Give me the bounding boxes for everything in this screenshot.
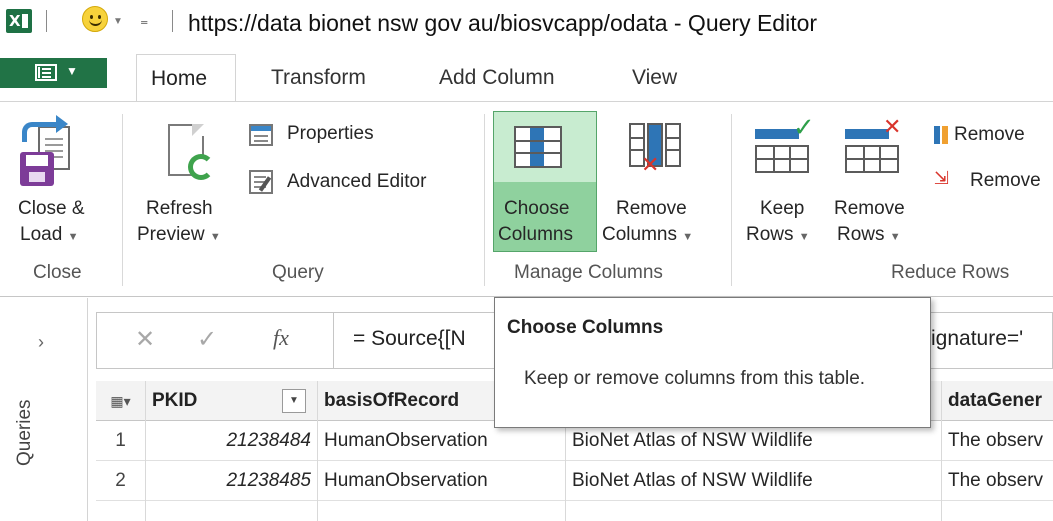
group-label-query: Query: [272, 262, 324, 283]
table-cell[interactable]: 21238485: [146, 461, 318, 501]
remove-duplicates-icon: ⇲: [934, 168, 950, 189]
chevron-down-icon[interactable]: ▼: [113, 16, 123, 27]
group-separator: [731, 114, 732, 286]
choose-columns-label-2: Columns: [498, 224, 573, 245]
column-header-label: basisOfRecord: [324, 390, 460, 411]
customize-quick-access-icon[interactable]: ₌: [140, 10, 148, 29]
table-cell: [318, 501, 566, 521]
tooltip-description: Keep or remove columns from this table.: [524, 368, 866, 389]
remove-duplicates-label: Remove: [970, 170, 1041, 191]
chevron-down-icon: ▼: [66, 64, 78, 78]
keep-rows-label-2: Rows ▼: [746, 224, 810, 245]
close-load-icon: [20, 115, 72, 188]
table-cell: [566, 501, 942, 521]
table-icon: ▦▾: [110, 393, 131, 409]
properties-label: Properties: [287, 123, 374, 144]
choose-columns-icon: [514, 126, 562, 168]
table-cell[interactable]: The observ: [942, 461, 1053, 501]
close-load-label: Close &: [18, 198, 85, 219]
window-title: https://data bionet nsw gov au/biosvcapp…: [188, 10, 818, 36]
choose-columns-button[interactable]: Choose Columns: [493, 111, 597, 252]
table-row[interactable]: 2 21238485 HumanObservation BioNet Atlas…: [96, 461, 1053, 501]
tooltip: Choose Columns Keep or remove columns fr…: [494, 297, 931, 428]
table-menu-button[interactable]: ▦▾: [96, 381, 146, 421]
table-cell[interactable]: HumanObservation: [318, 461, 566, 501]
table-cell[interactable]: 21238484: [146, 421, 318, 461]
group-label-manage-columns: Manage Columns: [514, 262, 663, 283]
refresh-label: Refresh: [146, 198, 213, 219]
column-header-label: PKID: [152, 390, 198, 411]
table-cell[interactable]: The observ: [942, 421, 1053, 461]
group-separator: [484, 114, 485, 286]
table-row-partial: [96, 501, 1053, 521]
properties-icon: [249, 124, 273, 146]
choose-columns-label: Choose: [504, 198, 570, 219]
row-index: [96, 501, 146, 521]
filter-dropdown-icon[interactable]: ▼: [282, 389, 306, 413]
queries-pane[interactable]: › Queries: [0, 298, 88, 521]
remove-columns-label: Remove: [616, 198, 687, 219]
remove-rows-label: Remove: [834, 198, 905, 219]
formula-input-tail[interactable]: ignature=': [931, 327, 1023, 351]
title-separator: [172, 10, 173, 32]
file-menu-icon: [35, 64, 57, 81]
advanced-editor-icon: [249, 170, 273, 194]
column-header-label: dataGener: [948, 390, 1042, 411]
group-label-close: Close: [33, 262, 82, 283]
smiley-icon[interactable]: [82, 6, 108, 32]
excel-icon[interactable]: X: [6, 9, 32, 33]
tab-transform[interactable]: Transform: [271, 66, 366, 90]
formula-separator: [333, 313, 334, 368]
remove-top-rows-icon: [934, 126, 950, 144]
row-index: 1: [96, 421, 146, 461]
refresh-label-2: Preview ▼: [137, 224, 221, 245]
tab-home[interactable]: Home: [136, 54, 236, 103]
ribbon: Close & Load ▼ Close Refresh Preview ▼ P…: [0, 101, 1053, 297]
table-cell: [146, 501, 318, 521]
group-separator: [122, 114, 123, 286]
tab-home-label: Home: [151, 67, 208, 90]
table-cell[interactable]: BioNet Atlas of NSW Wildlife: [566, 461, 942, 501]
remove-columns-label-2: Columns ▼: [602, 224, 694, 245]
title-bar: X ▼ ₌ https://data bionet nsw gov au/bio…: [0, 0, 1053, 44]
column-header-datagener[interactable]: dataGener: [942, 381, 1053, 421]
check-icon[interactable]: ✓: [197, 325, 217, 353]
refresh-icon: [162, 120, 214, 186]
chevron-right-icon[interactable]: ›: [38, 332, 44, 353]
file-tab[interactable]: ▼: [0, 58, 107, 88]
row-index: 2: [96, 461, 146, 501]
close-load-label-2: Load ▼: [20, 224, 79, 245]
remove-columns-icon: ✕: [627, 123, 685, 178]
group-label-reduce-rows: Reduce Rows: [891, 262, 1010, 283]
column-header-pkid[interactable]: PKID ▼: [146, 381, 318, 421]
tooltip-title: Choose Columns: [507, 317, 664, 338]
remove-rows-icon: ✕: [845, 115, 901, 173]
ribbon-tabs: ▼ Home Transform Add Column View: [0, 44, 1053, 103]
fx-icon[interactable]: fx: [273, 325, 289, 351]
advanced-editor-label: Advanced Editor: [287, 171, 427, 192]
keep-rows-icon: ✓: [755, 113, 815, 173]
title-separator: [46, 10, 47, 32]
keep-rows-label: Keep: [760, 198, 805, 219]
cancel-icon[interactable]: ✕: [135, 325, 155, 353]
remove-rows-label-2: Rows ▼: [837, 224, 901, 245]
queries-pane-label: Queries: [14, 399, 35, 466]
tab-add-column[interactable]: Add Column: [439, 66, 555, 90]
formula-input[interactable]: = Source{[N: [353, 327, 466, 351]
tab-view[interactable]: View: [632, 66, 677, 90]
remove-top-rows-label: Remove: [954, 124, 1025, 145]
